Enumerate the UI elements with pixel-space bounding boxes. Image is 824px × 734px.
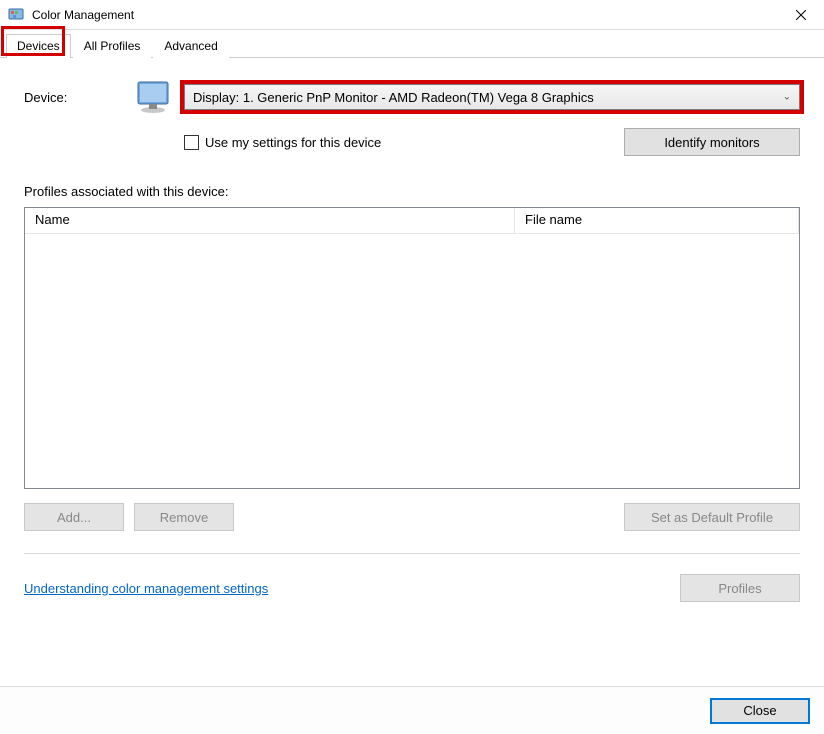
tab-devices[interactable]: Devices <box>6 34 71 58</box>
profiles-button[interactable]: Profiles <box>680 574 800 602</box>
device-dropdown-value: Display: 1. Generic PnP Monitor - AMD Ra… <box>193 90 594 105</box>
monitor-icon <box>134 76 176 118</box>
divider <box>24 553 800 554</box>
footer: Close <box>0 686 824 734</box>
list-body <box>25 234 799 489</box>
device-label: Device: <box>24 90 134 105</box>
window-title: Color Management <box>32 8 134 22</box>
profiles-associated-label: Profiles associated with this device: <box>24 184 800 199</box>
tab-all-profiles[interactable]: All Profiles <box>73 34 152 58</box>
close-button[interactable] <box>778 0 824 30</box>
tab-advanced[interactable]: Advanced <box>153 34 228 58</box>
profiles-list[interactable]: Name File name <box>24 207 800 489</box>
close-dialog-button[interactable]: Close <box>710 698 810 724</box>
bottom-row: Understanding color management settings … <box>24 574 800 602</box>
close-icon <box>796 10 806 20</box>
settings-row: Use my settings for this device Identify… <box>24 128 800 156</box>
tabs-row: Devices All Profiles Advanced <box>0 30 824 58</box>
remove-button[interactable]: Remove <box>134 503 234 531</box>
chevron-down-icon: ⌄ <box>783 92 791 103</box>
understanding-link[interactable]: Understanding color management settings <box>24 581 268 596</box>
app-icon <box>8 7 24 23</box>
identify-monitors-button[interactable]: Identify monitors <box>624 128 800 156</box>
device-dropdown-wrap: Display: 1. Generic PnP Monitor - AMD Ra… <box>184 84 800 110</box>
tab-content: Device: Display: 1. Generic PnP Monitor … <box>0 58 824 602</box>
device-row: Device: Display: 1. Generic PnP Monitor … <box>24 76 800 118</box>
use-my-settings-checkbox[interactable] <box>184 135 199 150</box>
use-my-settings-label: Use my settings for this device <box>205 135 624 150</box>
column-file-name[interactable]: File name <box>515 208 799 233</box>
column-name[interactable]: Name <box>25 208 515 233</box>
set-default-profile-button[interactable]: Set as Default Profile <box>624 503 800 531</box>
title-bar: Color Management <box>0 0 824 30</box>
profile-buttons-row: Add... Remove Set as Default Profile <box>24 503 800 531</box>
device-dropdown[interactable]: Display: 1. Generic PnP Monitor - AMD Ra… <box>184 84 800 110</box>
list-header: Name File name <box>25 208 799 234</box>
add-button[interactable]: Add... <box>24 503 124 531</box>
